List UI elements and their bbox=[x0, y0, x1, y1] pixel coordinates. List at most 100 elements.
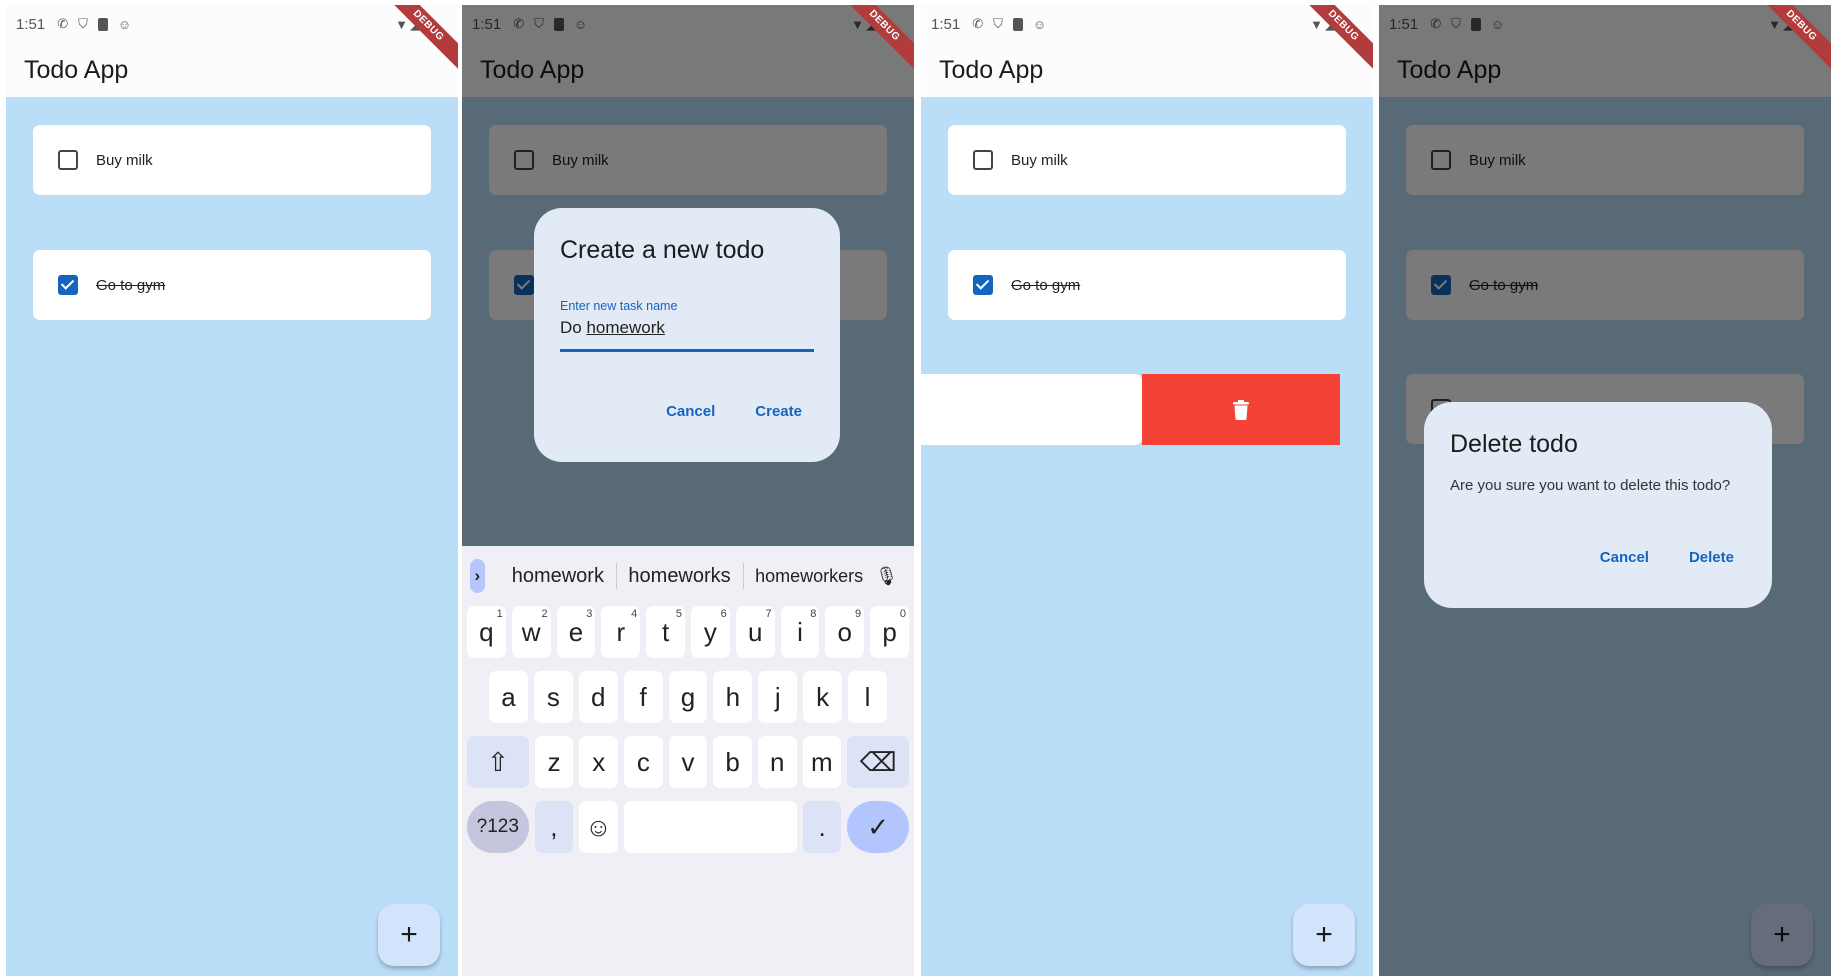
key-hint: 3 bbox=[586, 608, 592, 620]
todo-item[interactable]: Go to gym bbox=[33, 250, 431, 320]
status-bar: 1:51 ✆ ⛉ ☺ ▼◢ bbox=[6, 5, 458, 43]
suggestion[interactable]: homework bbox=[500, 565, 616, 588]
app-title: Todo App bbox=[939, 56, 1043, 85]
key-f[interactable]: f bbox=[624, 671, 663, 723]
key-letter: e bbox=[569, 617, 583, 648]
create-button[interactable]: Create bbox=[755, 403, 802, 420]
key-hint: 9 bbox=[855, 608, 861, 620]
key-e[interactable]: e3 bbox=[557, 606, 596, 658]
key-i[interactable]: i8 bbox=[781, 606, 820, 658]
key-p[interactable]: p0 bbox=[870, 606, 909, 658]
app-title: Todo App bbox=[24, 56, 128, 85]
phone-icon: ✆ bbox=[972, 16, 983, 32]
todo-label: Buy milk bbox=[1011, 152, 1068, 169]
todo-checkbox[interactable] bbox=[973, 150, 993, 170]
screen-delete-confirm: 1:51 ✆ ⛉ ☺ ▼◢ DEBUG Todo App Buy milk Go… bbox=[1379, 5, 1831, 976]
delete-button[interactable]: Delete bbox=[1689, 549, 1734, 566]
space-key[interactable] bbox=[624, 801, 797, 853]
todo-list: Buy milk Go to gym bbox=[921, 97, 1373, 976]
key-letter: p bbox=[882, 617, 896, 648]
key-r[interactable]: r4 bbox=[601, 606, 640, 658]
key-y[interactable]: y6 bbox=[691, 606, 730, 658]
enter-key[interactable]: ✓ bbox=[847, 801, 909, 853]
todo-checkbox[interactable] bbox=[58, 150, 78, 170]
key-hint: 6 bbox=[721, 608, 727, 620]
expand-toolbar-icon[interactable]: › bbox=[470, 559, 485, 593]
add-todo-button[interactable]: + bbox=[378, 904, 440, 966]
key-t[interactable]: t5 bbox=[646, 606, 685, 658]
key-j[interactable]: j bbox=[758, 671, 797, 723]
key-u[interactable]: u7 bbox=[736, 606, 775, 658]
key-o[interactable]: o9 bbox=[825, 606, 864, 658]
shift-key[interactable]: ⇧ bbox=[467, 736, 529, 788]
key-c[interactable]: c bbox=[624, 736, 663, 788]
todo-item[interactable]: Go to gym bbox=[948, 250, 1346, 320]
shift-icon: ⇧ bbox=[487, 747, 509, 778]
emoji-key[interactable]: ☺ bbox=[579, 801, 618, 853]
key-g[interactable]: g bbox=[669, 671, 708, 723]
key-z[interactable]: z bbox=[535, 736, 574, 788]
input-underline bbox=[560, 349, 814, 352]
cancel-button[interactable]: Cancel bbox=[1600, 549, 1649, 566]
suggestion[interactable]: homeworkers bbox=[743, 566, 875, 587]
cancel-button[interactable]: Cancel bbox=[666, 403, 715, 420]
comma-key[interactable]: , bbox=[535, 801, 574, 853]
todo-checkbox-checked[interactable] bbox=[973, 275, 993, 295]
dialog-message: Are you sure you want to delete this tod… bbox=[1450, 477, 1746, 494]
key-n[interactable]: n bbox=[758, 736, 797, 788]
key-hint: 5 bbox=[676, 608, 682, 620]
delete-swipe-background[interactable] bbox=[1142, 374, 1340, 445]
key-hint: 7 bbox=[765, 608, 771, 620]
key-w[interactable]: w2 bbox=[512, 606, 551, 658]
key-letter: y bbox=[704, 617, 717, 648]
check-icon: ✓ bbox=[867, 812, 889, 843]
task-name-prefix: Do bbox=[560, 318, 586, 337]
suggestion-strip: › homework homeworks homeworkers 🎙 bbox=[462, 546, 914, 606]
key-letter: u bbox=[748, 617, 762, 648]
key-hint: 2 bbox=[541, 608, 547, 620]
delete-todo-dialog: Delete todo Are you sure you want to del… bbox=[1424, 402, 1772, 608]
shield-icon: ⛉ bbox=[993, 16, 1003, 32]
status-bar: 1:51 ✆ ⛉ ☺ ▼◢ bbox=[921, 5, 1373, 43]
screen-swipe-delete: 1:51 ✆ ⛉ ☺ ▼◢ DEBUG Todo App Buy milk Go… bbox=[921, 5, 1373, 976]
todo-label: Buy milk bbox=[96, 152, 153, 169]
key-q[interactable]: q1 bbox=[467, 606, 506, 658]
todo-list: Buy milk Go to gym bbox=[6, 97, 458, 976]
backspace-key[interactable]: ⌫ bbox=[847, 736, 909, 788]
key-x[interactable]: x bbox=[579, 736, 618, 788]
key-d[interactable]: d bbox=[579, 671, 618, 723]
todo-item-swiping[interactable] bbox=[921, 374, 1142, 445]
key-row-4: ?123 , ☺ . ✓ bbox=[462, 801, 914, 853]
key-a[interactable]: a bbox=[489, 671, 528, 723]
todo-item[interactable]: Buy milk bbox=[948, 125, 1346, 195]
task-name-composing: homework bbox=[586, 318, 664, 337]
microphone-icon[interactable]: 🎙 bbox=[875, 566, 898, 587]
key-hint: 1 bbox=[497, 608, 503, 620]
key-hint: 4 bbox=[631, 608, 637, 620]
key-letter: r bbox=[616, 617, 625, 648]
key-k[interactable]: k bbox=[803, 671, 842, 723]
todo-item[interactable]: Buy milk bbox=[33, 125, 431, 195]
wifi-icon: ▼ bbox=[395, 17, 408, 33]
key-h[interactable]: h bbox=[713, 671, 752, 723]
todo-checkbox-checked[interactable] bbox=[58, 275, 78, 295]
create-todo-dialog: Create a new todo Enter new task name Do… bbox=[534, 208, 840, 462]
key-v[interactable]: v bbox=[669, 736, 708, 788]
key-b[interactable]: b bbox=[713, 736, 752, 788]
period-key[interactable]: . bbox=[803, 801, 842, 853]
symbols-key[interactable]: ?123 bbox=[467, 801, 529, 853]
key-m[interactable]: m bbox=[803, 736, 842, 788]
sd-card-icon bbox=[1013, 18, 1023, 31]
add-todo-button[interactable]: + bbox=[1293, 904, 1355, 966]
key-l[interactable]: l bbox=[848, 671, 887, 723]
key-s[interactable]: s bbox=[534, 671, 573, 723]
key-letter: o bbox=[838, 617, 852, 648]
backspace-icon: ⌫ bbox=[860, 747, 897, 778]
key-row-2: asdfghjkl bbox=[462, 671, 914, 723]
todo-label: Go to gym bbox=[1011, 277, 1080, 294]
trash-icon bbox=[1233, 400, 1249, 420]
task-name-input[interactable]: Do homework bbox=[560, 318, 814, 338]
suggestion[interactable]: homeworks bbox=[616, 565, 742, 588]
shield-icon: ⛉ bbox=[78, 16, 88, 32]
status-time: 1:51 bbox=[931, 16, 960, 33]
